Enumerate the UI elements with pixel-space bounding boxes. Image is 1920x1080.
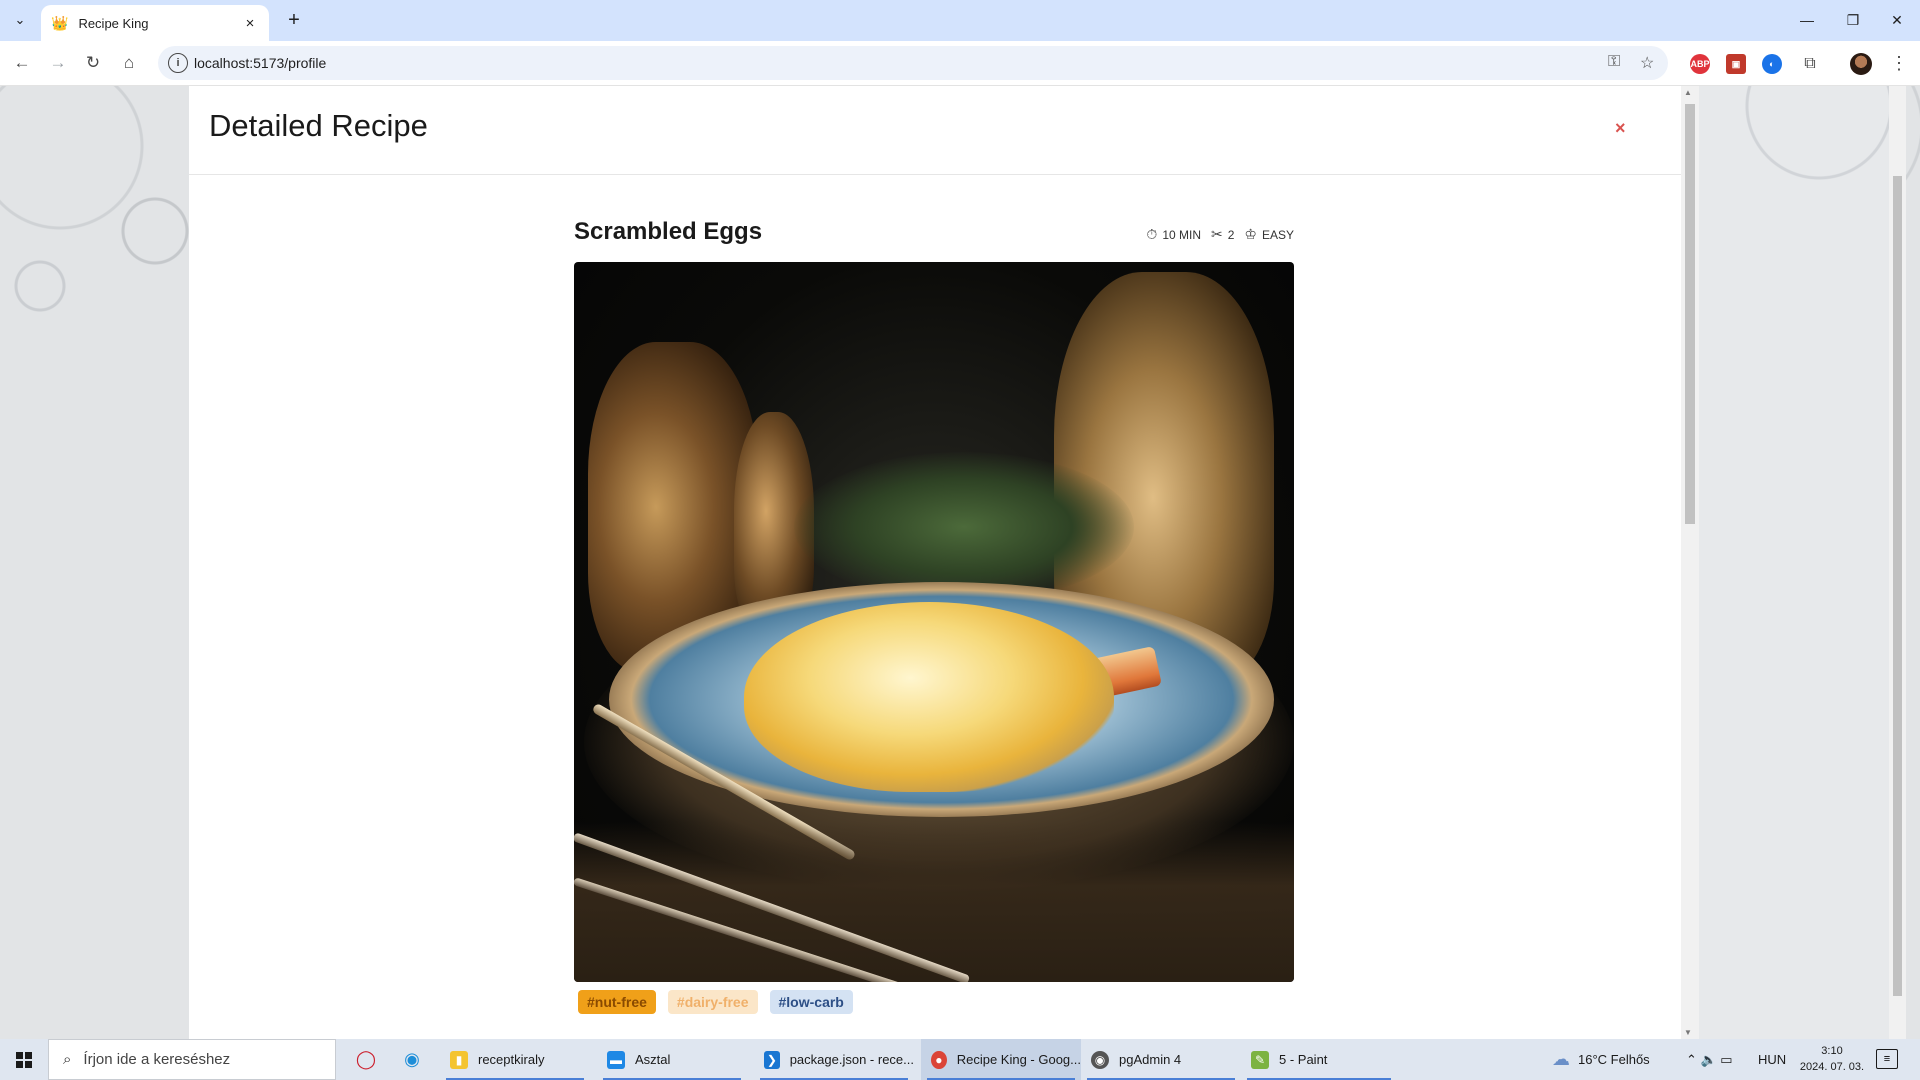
vscode-icon: ❯ xyxy=(764,1050,780,1069)
tag-dairy-free[interactable]: #dairy-free xyxy=(667,990,758,1014)
tray-icons-glyphs[interactable]: ⌃ 🔈 ▭ xyxy=(1686,1052,1733,1068)
tab-close-icon[interactable]: × xyxy=(241,15,259,32)
browser-menu-icon[interactable]: ⋮ xyxy=(1890,53,1908,74)
tab-title: Recipe King xyxy=(78,15,149,31)
clock-time: 3:10 xyxy=(1821,1045,1843,1057)
modal-scrollbar-thumb[interactable] xyxy=(1685,104,1695,524)
home-button[interactable]: ⌂ xyxy=(115,49,143,77)
extension-red-icon[interactable]: ▣ xyxy=(1726,54,1746,74)
back-button[interactable]: ← xyxy=(8,49,36,77)
search-icon: ⌕ xyxy=(63,1051,72,1068)
desktop-icon: ▬ xyxy=(607,1050,625,1069)
paint-icon: ✎ xyxy=(1251,1050,1269,1069)
taskbar-app-label: Asztal xyxy=(635,1052,671,1067)
taskbar-app-label: Recipe King - Goog... xyxy=(956,1052,1081,1067)
browser-toolbar: ← → ↻ ⌂ i localhost:5173/profile ⚿ ☆ ABP… xyxy=(0,41,1920,86)
taskbar-search[interactable]: ⌕ Írjon ide a kereséshez xyxy=(48,1039,336,1080)
recipe-photo xyxy=(574,262,1294,982)
utensils-icon: ✂ xyxy=(1211,226,1223,242)
address-bar[interactable]: i localhost:5173/profile ⚿ ☆ xyxy=(158,46,1668,80)
pgadmin-icon: ◉ xyxy=(1091,1050,1109,1069)
photo-table xyxy=(574,822,1294,982)
taskbar-app-receptkiraly[interactable]: ▮ receptkiraly xyxy=(440,1039,590,1080)
language-text: HUN xyxy=(1758,1052,1787,1067)
minimize-button[interactable]: — xyxy=(1784,0,1830,40)
servings: ✂ 2 xyxy=(1211,226,1234,243)
modal-close-button[interactable]: × xyxy=(1615,118,1626,139)
crown-icon: 👑 xyxy=(51,14,69,31)
page-viewport: Detailed Recipe × Scrambled Eggs ⏱ 10 MI… xyxy=(0,86,1920,1039)
weather-text: 16°C Felhős xyxy=(1578,1052,1650,1067)
taskbar-app-chrome[interactable]: ● Recipe King - Goog... xyxy=(921,1039,1081,1080)
photo-herbs xyxy=(794,452,1134,602)
taskbar-clock[interactable]: 3:10 2024. 07. 03. xyxy=(1796,1043,1868,1075)
taskbar: ⌕ Írjon ide a kereséshez ◯ ◉ ▮ receptkir… xyxy=(0,1039,1920,1080)
prep-time: ⏱ 10 MIN xyxy=(1146,226,1201,243)
folder-icon: ▮ xyxy=(450,1050,468,1069)
new-tab-button[interactable]: + xyxy=(282,8,306,32)
extension-blue-icon[interactable]: ◐ xyxy=(1762,54,1782,74)
scroll-up-icon[interactable]: ▲ xyxy=(1684,88,1692,97)
profile-avatar[interactable] xyxy=(1850,53,1872,75)
edge-icon[interactable]: ◉ xyxy=(392,1039,432,1080)
bookmark-star-icon[interactable]: ☆ xyxy=(1640,53,1654,73)
recipe-title: Scrambled Eggs xyxy=(574,218,763,245)
sketch-background-right xyxy=(1699,86,1889,1039)
taskbar-app-label: 5 - Paint xyxy=(1279,1052,1328,1067)
taskbar-app-asztal[interactable]: ▬ Asztal xyxy=(597,1039,747,1080)
recipe-tags: #nut-free #dairy-free #low-carb xyxy=(578,990,853,1014)
taskbar-app-paint[interactable]: ✎ 5 - Paint xyxy=(1241,1039,1397,1080)
forward-button[interactable]: → xyxy=(44,49,72,77)
taskbar-app-pgadmin[interactable]: ◉ pgAdmin 4 xyxy=(1081,1039,1241,1080)
tray-icons[interactable]: ⌃ 🔈 ▭ xyxy=(1686,1039,1733,1080)
reload-button[interactable]: ↻ xyxy=(79,49,107,77)
notification-center-icon[interactable]: ≡ xyxy=(1876,1049,1898,1069)
page-scrollbar[interactable] xyxy=(1889,86,1906,1039)
window-close-button[interactable]: ✕ xyxy=(1874,0,1920,40)
taskbar-app-vscode[interactable]: ❯ package.json - rece... xyxy=(754,1039,914,1080)
chrome-icon: ● xyxy=(931,1050,947,1069)
page-scrollbar-thumb[interactable] xyxy=(1893,176,1902,996)
browser-tabstrip: ⌄ 👑 Recipe King × + — ❐ ✕ xyxy=(0,0,1920,41)
taskbar-app-label: receptkiraly xyxy=(478,1052,545,1067)
difficulty-value: EASY xyxy=(1261,227,1294,242)
cloud-icon: ☁ xyxy=(1552,1049,1570,1069)
restore-button[interactable]: ❐ xyxy=(1830,0,1876,40)
modal-title: Detailed Recipe xyxy=(209,108,428,143)
recipe-meta: ⏱ 10 MIN ✂ 2 ♔ EASY xyxy=(1146,226,1294,243)
prep-time-value: 10 MIN xyxy=(1162,227,1201,242)
language-indicator[interactable]: HUN xyxy=(1758,1039,1786,1080)
photo-scrambled-eggs xyxy=(744,602,1114,792)
clock-date: 2024. 07. 03. xyxy=(1799,1061,1865,1073)
extensions-puzzle-icon[interactable]: ⧉ xyxy=(1796,50,1824,78)
tag-nut-free[interactable]: #nut-free xyxy=(578,990,656,1014)
url-text[interactable]: localhost:5173/profile xyxy=(194,55,326,71)
password-key-icon[interactable]: ⚿ xyxy=(1608,53,1620,71)
modal-header: Detailed Recipe × xyxy=(189,86,1681,175)
adblock-extension-icon[interactable]: ABP xyxy=(1690,54,1710,74)
modal-scrollbar[interactable]: ▲ ▼ xyxy=(1681,86,1699,1039)
taskbar-app-label: package.json - rece... xyxy=(789,1052,914,1067)
windows-logo-icon xyxy=(16,1051,32,1068)
difficulty: ♔ EASY xyxy=(1244,226,1294,243)
servings-value: 2 xyxy=(1227,227,1235,242)
weather-widget[interactable]: ☁ 16°C Felhős xyxy=(1552,1039,1650,1080)
scroll-down-icon[interactable]: ▼ xyxy=(1684,1028,1692,1037)
taskbar-app-label: pgAdmin 4 xyxy=(1119,1052,1182,1067)
search-placeholder: Írjon ide a kereséshez xyxy=(83,1051,231,1068)
site-info-icon[interactable]: i xyxy=(168,53,188,73)
start-button[interactable] xyxy=(0,1039,48,1080)
tag-low-carb[interactable]: #low-carb xyxy=(769,990,853,1014)
tab-search-button[interactable]: ⌄ xyxy=(8,8,32,32)
chef-hat-icon: ♔ xyxy=(1244,226,1257,242)
timer-icon: ⏱ xyxy=(1146,226,1158,242)
browser-tab[interactable]: 👑 Recipe King × xyxy=(41,5,269,41)
recipe-modal: Detailed Recipe × Scrambled Eggs ⏱ 10 MI… xyxy=(189,86,1681,1039)
opera-icon[interactable]: ◯ xyxy=(346,1039,386,1080)
